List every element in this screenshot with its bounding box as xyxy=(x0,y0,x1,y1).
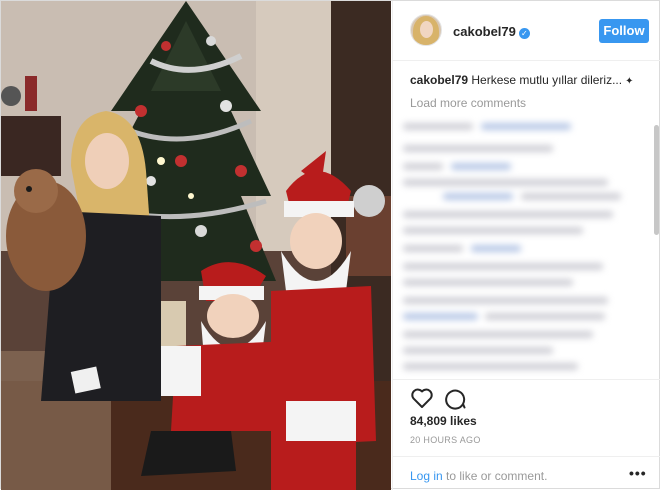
likes-count[interactable]: 84,809 likes xyxy=(410,414,477,428)
christmas-family-photo xyxy=(1,1,391,490)
instagram-post: cakobel79 ✓ Follow cakobel79 Herkese mutl… xyxy=(0,0,660,490)
caption: cakobel79 Herkese mutlu yıllar dileriz..… xyxy=(410,73,650,87)
blurred-comments xyxy=(403,119,635,374)
post-sidebar: cakobel79 ✓ Follow cakobel79 Herkese mutl… xyxy=(392,1,660,490)
heart-icon[interactable] xyxy=(410,386,434,410)
username-text[interactable]: cakobel79 xyxy=(453,24,516,39)
verified-badge-icon: ✓ xyxy=(518,28,530,39)
comments-section: cakobel79 Herkese mutlu yıllar dileriz..… xyxy=(393,61,660,379)
login-suffix: to like or comment. xyxy=(442,469,548,483)
post-header: cakobel79 ✓ Follow xyxy=(393,1,660,61)
follow-button[interactable]: Follow xyxy=(599,19,649,43)
post-timestamp[interactable]: 20 HOURS AGO xyxy=(410,435,481,445)
login-prompt: Log in to like or comment. xyxy=(410,469,547,483)
comment-box: Log in to like or comment. ••• xyxy=(393,456,660,491)
caption-emoji-icon: ✦ xyxy=(625,76,634,87)
post-photo[interactable] xyxy=(1,1,391,490)
login-link[interactable]: Log in xyxy=(410,469,443,483)
post-actions: 84,809 likes 20 HOURS AGO Log in to like… xyxy=(393,379,660,490)
avatar[interactable] xyxy=(410,14,442,46)
comments-scrollbar[interactable] xyxy=(654,125,659,235)
caption-text: Herkese mutlu yıllar dileriz... xyxy=(471,73,623,87)
more-options-icon[interactable]: ••• xyxy=(629,465,647,481)
username-link[interactable]: cakobel79 ✓ xyxy=(453,24,530,39)
comment-bubble-icon[interactable] xyxy=(443,386,467,410)
caption-username[interactable]: cakobel79 xyxy=(410,73,468,87)
load-more-comments-button[interactable]: Load more comments xyxy=(410,96,526,110)
